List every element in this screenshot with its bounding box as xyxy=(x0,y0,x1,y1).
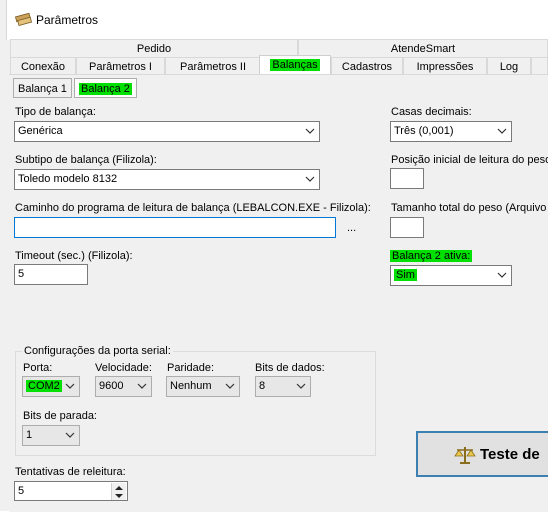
subtab-label: Balança 1 xyxy=(18,83,67,95)
ativa-label-text: Balança 2 ativa: xyxy=(390,250,473,262)
scale-icon xyxy=(454,447,476,464)
bits-dados-label: Bits de dados: xyxy=(255,362,325,374)
tipo-select[interactable]: Genérica xyxy=(14,121,320,142)
tamanho-label: Tamanho total do peso (Arquivo xyxy=(391,202,547,214)
caminho-label: Caminho do programa de leitura de balanç… xyxy=(15,202,371,214)
tab-impressoes[interactable]: Impressões xyxy=(403,57,487,75)
ativa-select[interactable]: Sim xyxy=(390,265,512,286)
timeout-input[interactable]: 5 xyxy=(14,264,88,285)
tab-conexao[interactable]: Conexão xyxy=(10,57,76,75)
velocidade-label: Velocidade: xyxy=(95,362,152,374)
ativa-value: Sim xyxy=(394,269,417,281)
tab-label: Pedido xyxy=(136,43,172,55)
chevron-down-icon xyxy=(296,383,306,389)
posicao-input[interactable] xyxy=(390,168,424,189)
tab-cadastros[interactable]: Cadastros xyxy=(331,57,403,75)
paridade-select[interactable]: Nenhum xyxy=(166,376,240,397)
bits-parada-value: 1 xyxy=(26,429,33,441)
tentativas-label: Tentativas de releitura: xyxy=(15,466,126,478)
casas-value: Três (0,001) xyxy=(394,125,454,137)
bits-dados-value: 8 xyxy=(259,380,266,392)
paridade-value: Nenhum xyxy=(170,380,212,392)
tamanho-input[interactable] xyxy=(390,217,424,238)
tab-atendesmart[interactable]: AtendeSmart xyxy=(298,39,548,57)
velocidade-select[interactable]: 9600 xyxy=(95,376,152,397)
bits-dados-select[interactable]: 8 xyxy=(255,376,311,397)
spin-down-icon[interactable] xyxy=(115,493,123,499)
tab-label: Parâmetros II xyxy=(179,61,247,73)
spin-up-icon[interactable] xyxy=(115,485,123,491)
chevron-down-icon xyxy=(65,432,75,438)
tab-overflow xyxy=(531,57,548,75)
chevron-down-icon xyxy=(497,128,507,134)
chevron-down-icon xyxy=(305,128,315,134)
teste-balanca-button[interactable]: Teste de xyxy=(416,431,548,477)
teste-button-label: Teste de xyxy=(480,446,540,463)
timeout-value: 5 xyxy=(18,268,25,280)
porta-select[interactable]: COM2 xyxy=(22,376,80,397)
spin-buttons[interactable] xyxy=(111,483,126,500)
subtab-balanca-2[interactable]: Balança 2 xyxy=(74,78,137,98)
timeout-label: Timeout (sec.) (Filizola): xyxy=(15,250,133,262)
porta-label: Porta: xyxy=(23,362,53,374)
tab-label: Impressões xyxy=(416,61,474,73)
tab-balancas[interactable]: Balanças xyxy=(259,55,331,75)
subtab-label: Balança 2 xyxy=(79,83,132,95)
tab-log[interactable]: Log xyxy=(487,57,531,75)
paridade-label: Paridade: xyxy=(167,362,215,374)
subtipo-value: Toledo modelo 8132 xyxy=(18,173,118,185)
chevron-down-icon xyxy=(497,272,507,278)
tentativas-value: 5 xyxy=(18,485,25,497)
ativa-label: Balança 2 ativa: xyxy=(390,250,473,262)
porta-value: COM2 xyxy=(26,380,62,392)
casas-select[interactable]: Três (0,001) xyxy=(390,121,512,142)
posicao-label: Posição inicial de leitura do peso ( xyxy=(391,154,548,166)
tab-label: Log xyxy=(499,61,519,73)
caminho-input[interactable] xyxy=(14,217,336,238)
chevron-down-icon xyxy=(225,383,235,389)
chevron-down-icon xyxy=(65,383,75,389)
subtipo-label: Subtipo de balança (Filizola): xyxy=(15,154,157,166)
subtipo-select[interactable]: Toledo modelo 8132 xyxy=(14,169,320,190)
tab-label: Parâmetros I xyxy=(89,61,152,73)
tipo-label: Tipo de balança: xyxy=(15,106,96,118)
tab-label: Balanças xyxy=(270,59,320,71)
casas-label: Casas decimais: xyxy=(391,106,472,118)
tab-parametros-ii[interactable]: Parâmetros II xyxy=(165,57,261,75)
window-title: Parâmetros xyxy=(36,13,99,27)
chevron-down-icon xyxy=(305,176,315,182)
browse-button[interactable]: ... xyxy=(347,222,356,234)
subtab-balanca-1[interactable]: Balança 1 xyxy=(13,78,72,98)
bits-parada-label: Bits de parada: xyxy=(23,410,97,422)
tentativas-stepper[interactable]: 5 xyxy=(14,481,128,501)
chevron-down-icon xyxy=(137,383,147,389)
bits-parada-select[interactable]: 1 xyxy=(22,425,80,446)
tab-label: AtendeSmart xyxy=(390,43,456,55)
app-settings-icon xyxy=(15,12,33,26)
serial-group-title: Configurações da porta serial: xyxy=(22,345,173,357)
tab-label: Cadastros xyxy=(341,61,393,73)
tab-parametros-i[interactable]: Parâmetros I xyxy=(76,57,165,75)
tipo-value: Genérica xyxy=(18,125,63,137)
velocidade-value: 9600 xyxy=(99,380,124,392)
tab-label: Conexão xyxy=(20,61,66,73)
tab-pedido[interactable]: Pedido xyxy=(10,39,298,57)
